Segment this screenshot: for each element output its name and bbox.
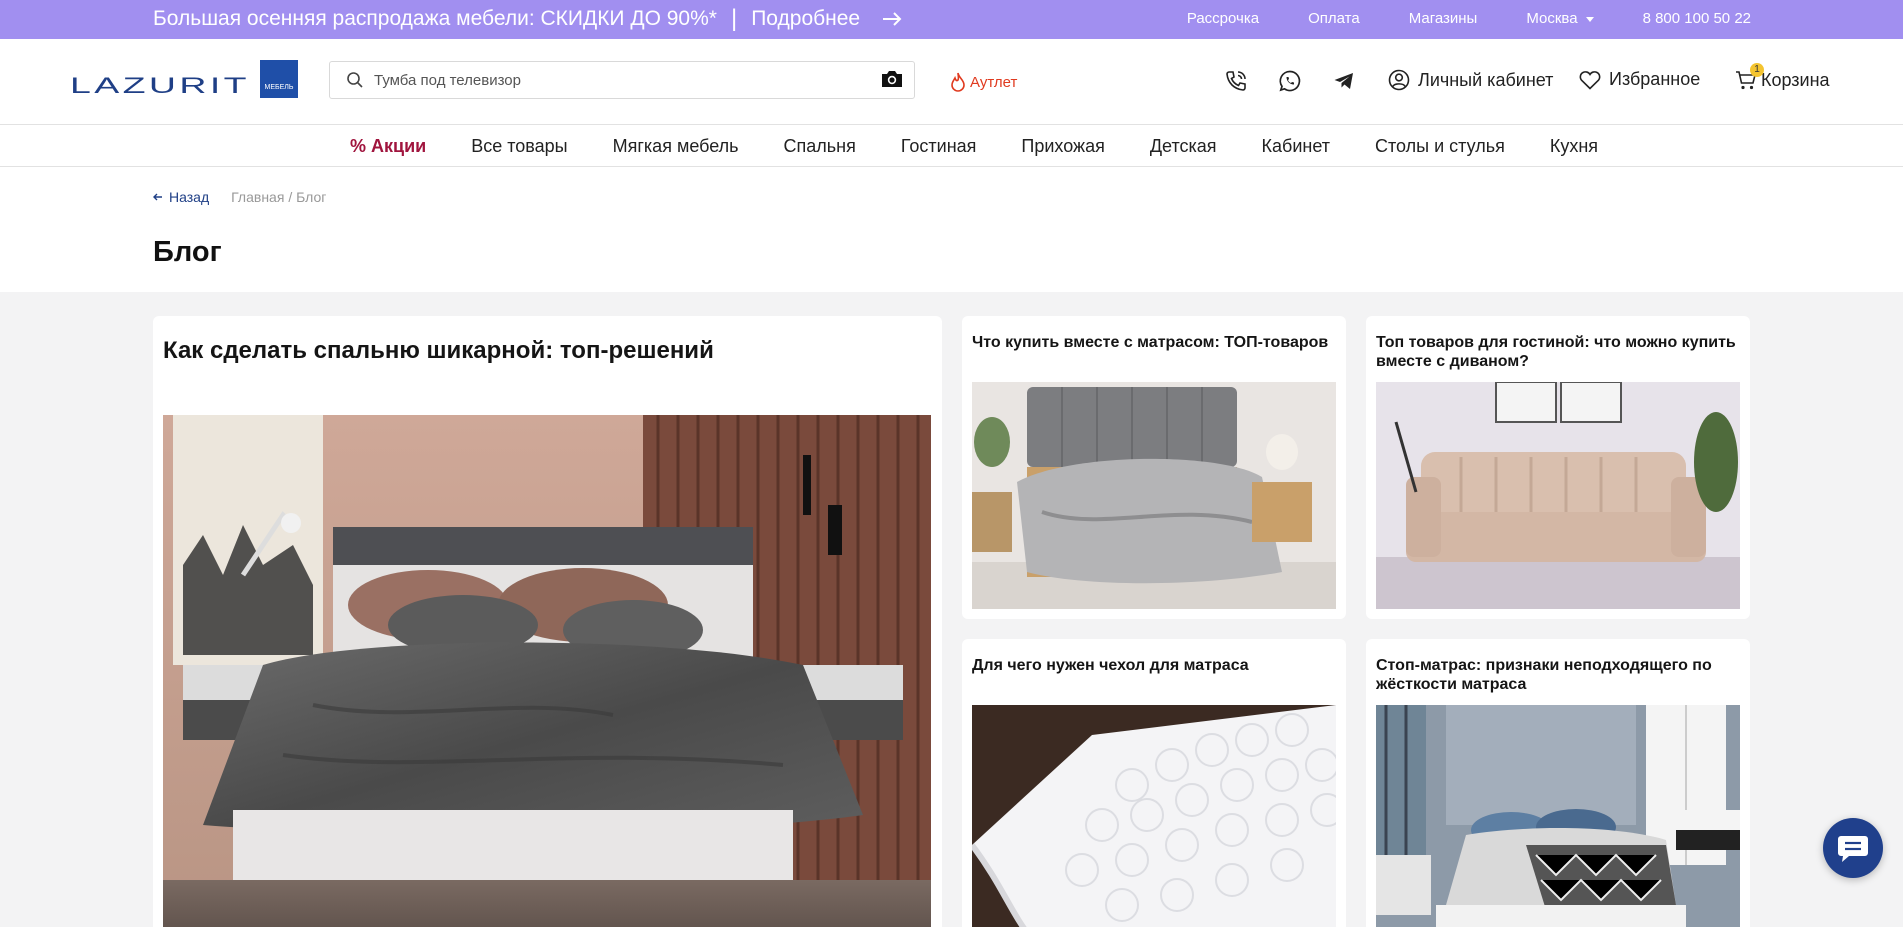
breadcrumb: Назад Главная / Блог xyxy=(153,189,326,205)
arrow-left-icon xyxy=(153,193,162,201)
link-payment[interactable]: Оплата xyxy=(1308,10,1360,27)
promo-text: Большая осенняя распродажа мебели: СКИДК… xyxy=(153,7,717,30)
article-title: Стоп-матрас: признаки неподходящего по ж… xyxy=(1376,657,1712,693)
breadcrumb-home[interactable]: Главная xyxy=(231,189,284,205)
breadcrumb-current: Блог xyxy=(296,189,327,205)
sofa-image xyxy=(1376,382,1740,609)
bed-image xyxy=(972,382,1336,609)
article-title: Топ товаров для гостиной: что можно купи… xyxy=(1376,334,1736,370)
article-image xyxy=(972,382,1336,609)
breadcrumb-separator: / xyxy=(288,189,293,205)
article-title: Как сделать спальню шикарной: топ-решени… xyxy=(163,337,714,364)
outlet-label: Аутлет xyxy=(970,73,1018,91)
article-card[interactable]: Для чего нужен чехол для матраса xyxy=(962,639,1346,927)
nav-item-kids[interactable]: Детская xyxy=(1150,136,1217,157)
search-icon xyxy=(347,72,363,88)
nav-item-hallway[interactable]: Прихожая xyxy=(1021,136,1104,157)
article-card[interactable]: Что купить вместе с матрасом: ТОП-товаро… xyxy=(962,316,1346,619)
bedroom-white-bed-image xyxy=(1376,705,1740,927)
nav-item-office[interactable]: Кабинет xyxy=(1262,136,1330,157)
breadcrumb-path: Главная / Блог xyxy=(231,189,326,205)
arrow-right-icon xyxy=(883,12,902,26)
phone-icon[interactable] xyxy=(1224,69,1248,93)
user-icon xyxy=(1388,69,1410,91)
category-nav: % Акции Все товары Мягкая мебель Спальня… xyxy=(0,126,1903,167)
contact-icons xyxy=(1224,69,1356,93)
article-title: Для чего нужен чехол для матраса xyxy=(972,657,1249,674)
promo-divider: | xyxy=(730,5,738,32)
logo-text: LAZURIT xyxy=(70,73,250,98)
nav-item-sale[interactable]: % Акции xyxy=(350,136,426,157)
logo[interactable]: LAZURIT МЕБЕЛЬ xyxy=(70,60,298,100)
page-title: Блог xyxy=(153,236,222,268)
outlet-link[interactable]: Аутлет xyxy=(950,72,1017,92)
cart-count-badge: 1 xyxy=(1750,63,1764,77)
flame-icon xyxy=(951,72,965,92)
nav-item-upholstered[interactable]: Мягкая мебель xyxy=(613,136,739,157)
phone-link[interactable]: 8 800 100 50 22 xyxy=(1643,10,1751,27)
telegram-icon[interactable] xyxy=(1332,69,1356,93)
favorites-label: Избранное xyxy=(1609,69,1701,89)
article-title: Что купить вместе с матрасом: ТОП-товаро… xyxy=(972,334,1329,351)
chevron-down-icon xyxy=(1585,16,1594,22)
search-box xyxy=(329,61,915,99)
promo-banner-link[interactable]: Большая осенняя распродажа мебели: СКИДК… xyxy=(153,7,902,31)
top-links: Рассрочка Оплата Магазины Москва 8 800 1… xyxy=(1187,10,1751,27)
blog-grid: Как сделать спальню шикарной: топ-решени… xyxy=(0,292,1903,927)
cart-link[interactable]: 1 Корзина xyxy=(1735,63,1830,91)
logo-graphic: LAZURIT МЕБЕЛЬ xyxy=(70,60,298,98)
article-card-featured[interactable]: Как сделать спальню шикарной: топ-решени… xyxy=(153,316,942,927)
article-image xyxy=(972,705,1336,927)
camera-icon[interactable] xyxy=(880,69,904,89)
link-stores[interactable]: Магазины xyxy=(1409,10,1478,27)
nav-item-all[interactable]: Все товары xyxy=(471,136,567,157)
nav-item-living-room[interactable]: Гостиная xyxy=(901,136,977,157)
article-card[interactable]: Топ товаров для гостиной: что можно купи… xyxy=(1366,316,1750,619)
nav-item-tables-chairs[interactable]: Столы и стулья xyxy=(1375,136,1505,157)
cart-label: Корзина xyxy=(1761,69,1830,90)
account-link[interactable]: Личный кабинет xyxy=(1388,69,1553,91)
logo-badge-text: МЕБЕЛЬ xyxy=(265,84,294,91)
article-image xyxy=(1376,382,1740,609)
article-card[interactable]: Стоп-матрас: признаки неподходящего по ж… xyxy=(1366,639,1750,927)
nav-item-bedroom[interactable]: Спальня xyxy=(784,136,856,157)
chat-button[interactable] xyxy=(1823,818,1883,878)
cart-icon-wrap: 1 xyxy=(1735,63,1764,91)
article-image xyxy=(1376,705,1740,927)
account-label: Личный кабинет xyxy=(1418,69,1554,90)
search-input[interactable] xyxy=(374,70,854,90)
article-image xyxy=(163,415,931,927)
mattress-cover-image xyxy=(972,705,1336,927)
chat-bubble-icon xyxy=(1838,836,1868,862)
heart-icon xyxy=(1579,70,1601,90)
link-installments[interactable]: Рассрочка xyxy=(1187,10,1259,27)
header: LAZURIT МЕБЕЛЬ Аутлет xyxy=(0,39,1903,125)
back-link[interactable]: Назад xyxy=(153,189,209,205)
back-label: Назад xyxy=(169,189,210,205)
bedroom-image xyxy=(163,415,931,927)
promo-bar: Большая осенняя распродажа мебели: СКИДК… xyxy=(0,0,1903,39)
city-label: Москва xyxy=(1526,10,1578,27)
whatsapp-icon[interactable] xyxy=(1278,69,1302,93)
promo-more-link[interactable]: Подробнее xyxy=(751,7,860,31)
city-selector[interactable]: Москва xyxy=(1526,10,1594,27)
favorites-link[interactable]: Избранное xyxy=(1579,69,1700,90)
nav-item-kitchen[interactable]: Кухня xyxy=(1550,136,1598,157)
